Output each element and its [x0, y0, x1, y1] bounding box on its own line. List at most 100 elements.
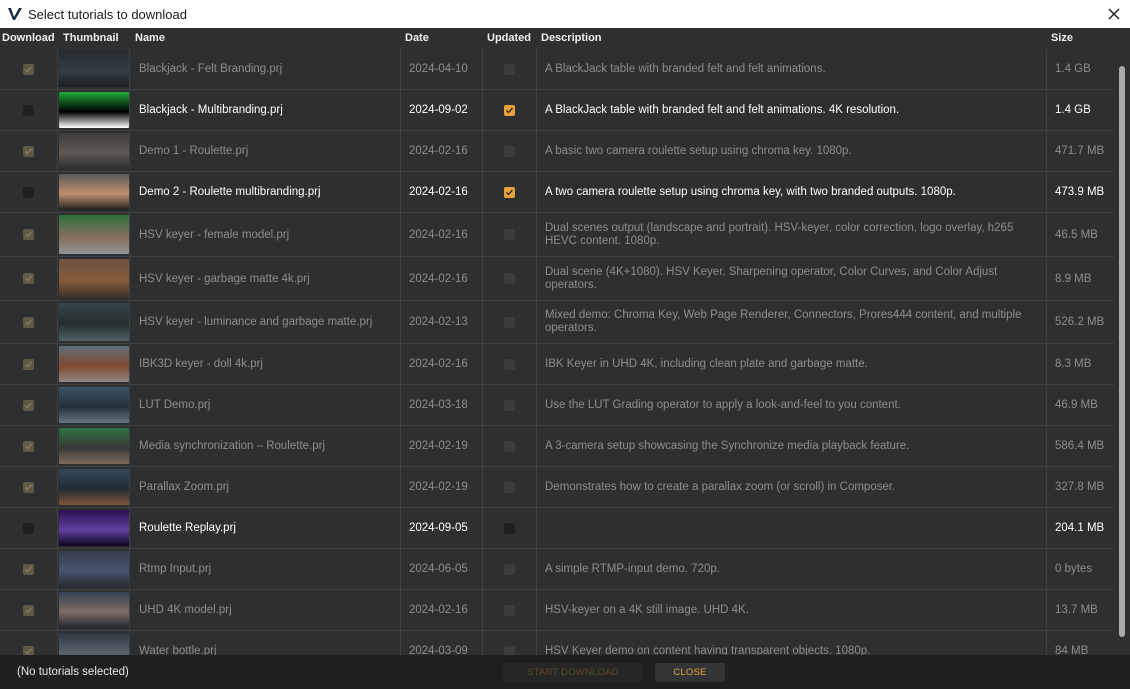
- size-cell: 84 MB: [1055, 645, 1089, 655]
- table-row[interactable]: Parallax Zoom.prj 2024-02-19 Demonstrate…: [0, 467, 1114, 508]
- start-download-button[interactable]: START DOWNLOAD: [503, 663, 643, 682]
- name-cell: Rtmp Input.prj: [130, 549, 401, 589]
- table-row[interactable]: Media synchronization – Roulette.prj 202…: [0, 426, 1114, 467]
- size-cell: 526.2 MB: [1055, 316, 1105, 328]
- download-checkbox[interactable]: [23, 229, 34, 240]
- window-title: Select tutorials to download: [28, 6, 187, 22]
- thumbnail-image: [58, 633, 129, 655]
- table-row[interactable]: LUT Demo.prj 2024-03-18 Use the LUT Grad…: [0, 385, 1114, 426]
- name-cell: Media synchronization – Roulette.prj: [130, 426, 401, 466]
- description-cell: Mixed demo: Chroma Key, Web Page Rendere…: [537, 301, 1047, 343]
- updated-checkbox[interactable]: [504, 145, 515, 157]
- thumbnail-cell: [58, 257, 130, 300]
- download-cell: [0, 631, 58, 655]
- header-thumbnail[interactable]: Thumbnail: [63, 32, 119, 44]
- name-cell: Demo 1 - Roulette.prj: [130, 131, 401, 171]
- header-updated[interactable]: Updated: [487, 32, 531, 44]
- table-row[interactable]: Rtmp Input.prj 2024-06-05 A simple RTMP-…: [0, 549, 1114, 590]
- thumbnail-image: [58, 215, 129, 254]
- updated-cell: [483, 385, 537, 425]
- name-cell: Parallax Zoom.prj: [130, 467, 401, 507]
- name-cell: HSV keyer - luminance and garbage matte.…: [130, 301, 401, 343]
- size-cell: 0 bytes: [1055, 563, 1093, 575]
- updated-checkbox[interactable]: [504, 440, 515, 452]
- close-icon[interactable]: [1104, 4, 1124, 24]
- close-button[interactable]: CLOSE: [655, 663, 725, 682]
- table-row[interactable]: IBK3D keyer - doll 4k.prj 2024-02-16 IBK…: [0, 344, 1114, 385]
- header-name[interactable]: Name: [135, 32, 165, 44]
- download-checkbox[interactable]: [23, 63, 34, 75]
- date-cell: 2024-09-02: [401, 90, 483, 130]
- footer-bar: (No tutorials selected) START DOWNLOAD C…: [0, 655, 1130, 689]
- table-row[interactable]: Blackjack - Multibranding.prj 2024-09-02…: [0, 90, 1114, 131]
- updated-checkbox[interactable]: [504, 399, 515, 411]
- download-checkbox[interactable]: [23, 186, 34, 198]
- name-cell: Blackjack - Felt Branding.prj: [130, 49, 401, 89]
- thumbnail-image: [58, 51, 129, 87]
- download-checkbox[interactable]: [23, 440, 34, 452]
- name-cell: HSV keyer - garbage matte 4k.prj: [130, 257, 401, 300]
- updated-checkbox[interactable]: [504, 229, 515, 240]
- download-checkbox[interactable]: [23, 604, 34, 616]
- name-cell: Water bottle.prj: [130, 631, 401, 655]
- updated-cell: [483, 590, 537, 630]
- thumbnail-cell: [58, 385, 130, 425]
- download-checkbox[interactable]: [23, 316, 34, 328]
- download-checkbox[interactable]: [23, 399, 34, 411]
- table-row[interactable]: Demo 2 - Roulette multibranding.prj 2024…: [0, 172, 1114, 213]
- download-checkbox[interactable]: [23, 145, 34, 157]
- size-cell: 13.7 MB: [1055, 604, 1098, 616]
- header-size[interactable]: Size: [1051, 32, 1073, 44]
- download-checkbox[interactable]: [23, 645, 34, 655]
- table-row[interactable]: HSV keyer - garbage matte 4k.prj 2024-02…: [0, 257, 1114, 301]
- updated-checkbox[interactable]: [504, 186, 515, 198]
- name-cell: Roulette Replay.prj: [130, 508, 401, 548]
- download-checkbox[interactable]: [23, 522, 34, 534]
- size-cell: 471.7 MB: [1055, 145, 1105, 157]
- updated-cell: [483, 49, 537, 89]
- download-checkbox[interactable]: [23, 563, 34, 575]
- table-row[interactable]: Demo 1 - Roulette.prj 2024-02-16 A basic…: [0, 131, 1114, 172]
- table-row[interactable]: HSV keyer - luminance and garbage matte.…: [0, 301, 1114, 344]
- updated-checkbox[interactable]: [504, 645, 515, 655]
- name-cell: UHD 4K model.prj: [130, 590, 401, 630]
- header-description[interactable]: Description: [541, 32, 602, 44]
- download-checkbox[interactable]: [23, 358, 34, 370]
- header-download[interactable]: Download: [2, 32, 55, 44]
- vertical-scrollbar[interactable]: [1116, 28, 1130, 655]
- description-cell: Demonstrates how to create a parallax zo…: [537, 467, 1047, 507]
- description-cell: Dual scenes output (landscape and portra…: [537, 213, 1047, 256]
- download-cell: [0, 257, 58, 300]
- thumbnail-image: [58, 592, 129, 628]
- table-row[interactable]: UHD 4K model.prj 2024-02-16 HSV-keyer on…: [0, 590, 1114, 631]
- table-row[interactable]: Blackjack - Felt Branding.prj 2024-04-10…: [0, 49, 1114, 90]
- updated-checkbox[interactable]: [504, 316, 515, 328]
- header-date[interactable]: Date: [405, 32, 429, 44]
- updated-checkbox[interactable]: [504, 63, 515, 75]
- description-cell: [537, 508, 1047, 548]
- title-bar: Select tutorials to download: [0, 0, 1130, 28]
- updated-checkbox[interactable]: [504, 104, 515, 116]
- thumbnail-image: [58, 428, 129, 464]
- download-cell: [0, 590, 58, 630]
- updated-checkbox[interactable]: [504, 604, 515, 616]
- thumbnail-cell: [58, 426, 130, 466]
- download-checkbox[interactable]: [23, 481, 34, 493]
- download-checkbox[interactable]: [23, 273, 34, 284]
- updated-checkbox[interactable]: [504, 358, 515, 370]
- download-checkbox[interactable]: [23, 104, 34, 116]
- table-row[interactable]: Roulette Replay.prj 2024-09-05 204.1 MB: [0, 508, 1114, 549]
- updated-checkbox[interactable]: [504, 481, 515, 493]
- updated-checkbox[interactable]: [504, 273, 515, 284]
- table-row[interactable]: HSV keyer - female model.prj 2024-02-16 …: [0, 213, 1114, 257]
- size-cell: 46.9 MB: [1055, 399, 1098, 411]
- date-cell: 2024-09-05: [401, 508, 483, 548]
- description-cell: A basic two camera roulette setup using …: [537, 131, 1047, 171]
- thumbnail-image: [58, 346, 129, 382]
- updated-cell: [483, 172, 537, 212]
- updated-checkbox[interactable]: [504, 563, 515, 575]
- table-row[interactable]: Water bottle.prj 2024-03-09 HSV Keyer de…: [0, 631, 1114, 655]
- download-cell: [0, 301, 58, 343]
- scrollbar-thumb[interactable]: [1119, 66, 1125, 637]
- updated-checkbox[interactable]: [504, 522, 515, 534]
